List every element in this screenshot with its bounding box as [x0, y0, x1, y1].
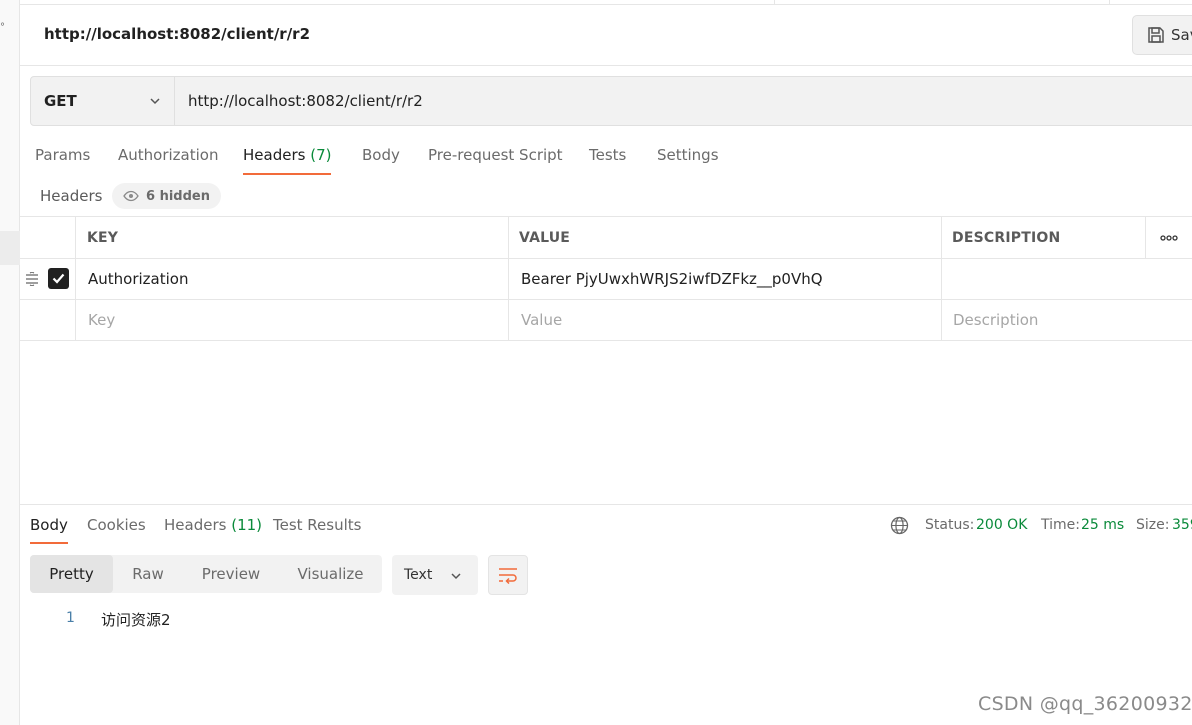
rail-active-marker: [0, 231, 20, 265]
new-description-input[interactable]: Description: [953, 311, 1038, 329]
table-header-row: KEY VALUE DESCRIPTION: [20, 217, 1192, 259]
headers-table: KEY VALUE DESCRIPTION Authorization Bear…: [20, 216, 1192, 341]
tab-pre-request-script[interactable]: Pre-request Script: [428, 146, 563, 176]
format-label: Text: [404, 567, 433, 583]
active-tab-underline: [243, 173, 332, 175]
response-body-text[interactable]: 访问资源2: [101, 609, 171, 630]
eye-icon: [123, 190, 139, 202]
view-mode-preview[interactable]: Preview: [183, 555, 279, 593]
size-label: Size:: [1136, 517, 1170, 533]
view-mode-visualize[interactable]: Visualize: [279, 555, 382, 593]
hidden-count-label: 6 hidden: [146, 188, 210, 204]
tab-tests[interactable]: Tests: [589, 146, 626, 176]
tab-params[interactable]: Params: [35, 146, 90, 176]
view-mode-raw[interactable]: Raw: [113, 555, 183, 593]
save-label: Save: [1171, 26, 1192, 44]
response-tab-test-results[interactable]: Test Results: [273, 516, 361, 546]
view-mode-selector: Pretty Raw Preview Visualize: [30, 555, 382, 593]
chevron-down-icon: [150, 98, 160, 105]
save-icon: [1148, 27, 1164, 43]
response-tab-headers[interactable]: Headers (11): [164, 516, 262, 546]
table-row: Authorization Bearer PjyUwxhWRJS2iwfDZFk…: [20, 259, 1192, 300]
request-title-row: http://localhost:8082/client/r/r2 Save: [20, 5, 1192, 66]
hidden-headers-toggle[interactable]: 6 hidden: [112, 183, 221, 209]
save-button[interactable]: Save: [1132, 15, 1192, 55]
tab-settings[interactable]: Settings: [657, 146, 719, 176]
time-value[interactable]: 25 ms: [1081, 517, 1124, 533]
column-divider: [75, 217, 76, 341]
response-pane-divider[interactable]: [20, 504, 1192, 505]
column-divider: [941, 217, 942, 341]
response-tab-body[interactable]: Body: [30, 516, 68, 546]
more-options-icon[interactable]: [1160, 235, 1178, 241]
watermark: CSDN @qq_36200932: [978, 693, 1192, 715]
method-select[interactable]: GET: [31, 77, 175, 125]
url-bar: GET http://localhost:8082/client/r/r2: [30, 76, 1192, 126]
url-input[interactable]: http://localhost:8082/client/r/r2: [188, 92, 423, 110]
headers-section-label: Headers: [40, 187, 103, 205]
rail-toggle-icon[interactable]: °: [0, 22, 5, 33]
header-key-cell[interactable]: Authorization: [88, 270, 188, 288]
wrap-lines-icon: [499, 568, 517, 584]
chevron-down-icon: [451, 573, 461, 580]
new-value-input[interactable]: Value: [521, 311, 562, 329]
status-value[interactable]: 200 OK: [976, 517, 1027, 533]
new-key-input[interactable]: Key: [88, 311, 115, 329]
active-tab-underline: [30, 542, 68, 544]
column-header-description: DESCRIPTION: [952, 230, 1061, 246]
left-rail: °: [0, 0, 20, 725]
row-enabled-checkbox[interactable]: [48, 268, 69, 289]
response-headers-count: (11): [231, 516, 263, 534]
tab-authorization[interactable]: Authorization: [118, 146, 218, 176]
tab-body[interactable]: Body: [362, 146, 400, 176]
header-value-cell[interactable]: Bearer PjyUwxhWRJS2iwfDZFkz__p0VhQ: [521, 270, 823, 288]
column-divider: [508, 217, 509, 341]
table-row-new: Key Value Description: [20, 300, 1192, 341]
tab-headers[interactable]: Headers (7): [243, 146, 332, 176]
line-number: 1: [66, 610, 75, 626]
headers-count: (7): [310, 146, 332, 164]
view-mode-pretty[interactable]: Pretty: [30, 555, 113, 593]
column-header-value: VALUE: [519, 230, 571, 246]
response-tab-cookies[interactable]: Cookies: [87, 516, 146, 546]
size-value[interactable]: 359: [1172, 517, 1192, 533]
format-select[interactable]: Text: [392, 555, 478, 595]
status-label: Status:: [925, 517, 975, 533]
column-header-key: KEY: [87, 230, 119, 246]
wrap-lines-button[interactable]: [488, 555, 528, 595]
method-label: GET: [44, 92, 77, 110]
time-label: Time:: [1041, 517, 1080, 533]
globe-icon[interactable]: [890, 516, 909, 535]
drag-handle-icon[interactable]: [25, 272, 39, 286]
checkmark-icon: [52, 273, 65, 284]
column-divider: [1145, 217, 1146, 259]
request-title[interactable]: http://localhost:8082/client/r/r2: [44, 25, 310, 43]
